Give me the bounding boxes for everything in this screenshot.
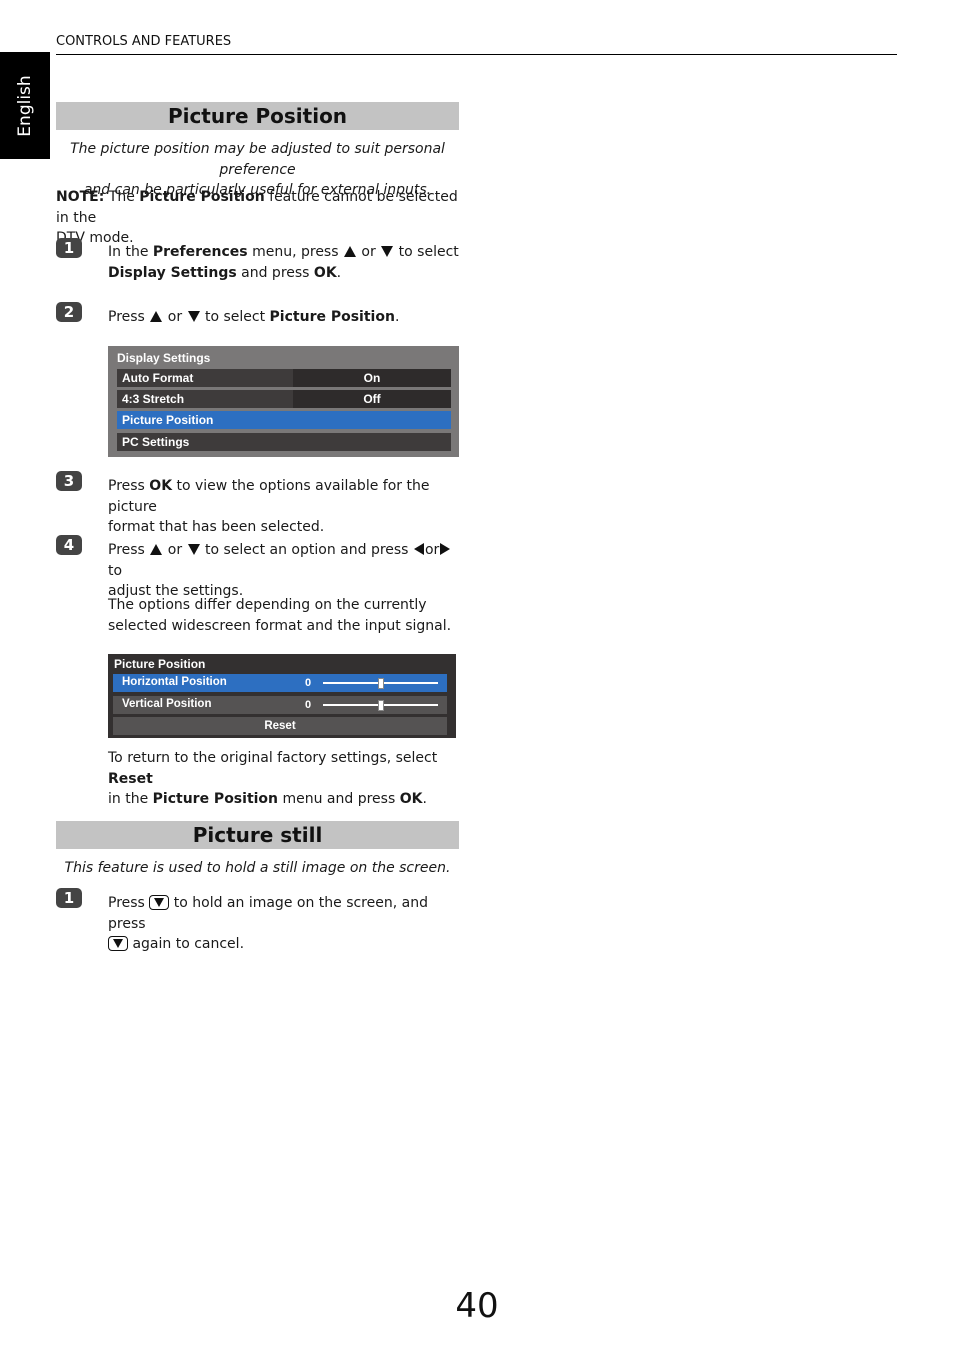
text: to — [108, 562, 123, 579]
section-title-picture-position: Picture Position — [56, 102, 459, 130]
text: To return to the original factory settin… — [108, 750, 438, 766]
step-1-text: In the Preferences menu, press or to sel… — [108, 242, 463, 283]
text: again to cancel. — [128, 936, 245, 952]
text: to select — [394, 244, 459, 260]
menu-item-label: Horizontal Position — [122, 676, 227, 688]
menu-item-horizontal-position[interactable]: Horizontal Position 0 — [113, 674, 447, 692]
slider-thumb[interactable] — [377, 700, 384, 711]
triangle-down-icon — [187, 543, 200, 555]
text: . — [394, 309, 400, 325]
menu-item-label: Vertical Position — [122, 698, 212, 710]
text: in the — [108, 791, 153, 807]
note-text: NOTE: The Picture Position feature canno… — [56, 187, 466, 249]
text: Press — [108, 895, 150, 911]
menu-item-4-3-stretch[interactable]: 4:3 Stretch Off — [117, 390, 451, 408]
text: menu and press — [278, 791, 400, 807]
step-4-extra-text: The options differ depending on the curr… — [108, 595, 463, 636]
picture-still-step-1-text: Press to hold an image on the screen, an… — [108, 893, 463, 955]
section-title-picture-still: Picture still — [56, 821, 459, 849]
step-4-text: Press or to select an option and press o… — [108, 540, 463, 602]
text: . — [336, 264, 342, 281]
triangle-up-icon — [150, 543, 163, 555]
language-tab: English — [0, 52, 50, 159]
text: The options differ depending on the curr… — [108, 597, 427, 613]
text: to select an option and press — [200, 542, 413, 558]
triangle-up-icon — [150, 310, 163, 322]
menu-item-label: PC Settings — [122, 435, 190, 449]
menu-title: Picture Position — [114, 657, 206, 671]
menu-item-label: Picture Position — [122, 413, 214, 427]
menu-item-value: Off — [293, 390, 451, 408]
menu-item-label: 4:3 Stretch — [122, 392, 185, 406]
menu-item-label: Auto Format — [122, 371, 194, 385]
step-number-badge: 3 — [56, 471, 82, 491]
reset-button[interactable]: Reset — [113, 717, 447, 735]
text: or — [163, 542, 187, 558]
triangle-right-icon — [440, 543, 451, 555]
menu-item-name: Picture Position — [269, 309, 395, 325]
key-name: OK — [149, 478, 173, 494]
header-rule — [56, 54, 897, 55]
triangle-down-icon — [154, 897, 165, 907]
intro-line: The picture position may be adjusted to … — [70, 141, 445, 178]
slider-value: 0 — [305, 699, 312, 711]
picture-position-menu: Picture Position Horizontal Position 0 V… — [108, 654, 456, 738]
note-bold-term: Picture Position — [139, 189, 265, 205]
running-head: CONTROLS AND FEATURES — [56, 34, 232, 49]
slider-thumb[interactable] — [377, 678, 384, 689]
step-number-badge: 2 — [56, 302, 82, 322]
text: or — [424, 542, 440, 558]
menu-name: Picture Position — [152, 791, 279, 807]
step-2-text: Press or to select Picture Position. — [108, 307, 463, 328]
language-tab-label: English — [15, 74, 35, 137]
step-number-badge: 1 — [56, 888, 82, 908]
reset-note-text: To return to the original factory settin… — [108, 748, 463, 810]
triangle-down-icon — [187, 310, 200, 322]
text: Press — [108, 309, 150, 325]
note-label: NOTE: — [56, 189, 105, 205]
text: and press — [236, 264, 314, 281]
menu-title: Display Settings — [117, 351, 211, 365]
menu-item-auto-format[interactable]: Auto Format On — [117, 369, 451, 387]
key-name: OK — [399, 791, 423, 807]
triangle-up-icon — [343, 245, 356, 257]
menu-name: Preferences — [152, 244, 248, 260]
triangle-left-icon — [413, 543, 424, 555]
menu-item-picture-position[interactable]: Picture Position — [117, 411, 451, 429]
menu-item-pc-settings[interactable]: PC Settings — [117, 433, 451, 451]
menu-item-value: On — [293, 369, 451, 387]
text: In the — [108, 244, 153, 260]
page-number: 40 — [455, 1286, 499, 1326]
triangle-down-icon — [381, 245, 394, 257]
slider-value: 0 — [305, 677, 312, 689]
intro-text: This feature is used to hold a still ima… — [64, 860, 451, 876]
display-settings-menu: Display Settings Auto Format On 4:3 Stre… — [108, 346, 459, 457]
note-text-part: The — [104, 189, 140, 205]
text: . — [422, 791, 427, 807]
menu-item-name: Reset — [108, 770, 153, 787]
key-name: OK — [313, 264, 337, 281]
freeze-button-icon — [108, 935, 128, 951]
text: or — [356, 244, 381, 260]
text: menu, press — [247, 244, 343, 260]
triangle-down-icon — [113, 938, 123, 948]
text: selected widescreen format and the input… — [108, 617, 452, 634]
menu-item-name: Display Settings — [108, 264, 237, 281]
text: format that has been selected. — [108, 519, 325, 535]
step-number-badge: 1 — [56, 238, 82, 258]
menu-item-vertical-position[interactable]: Vertical Position 0 — [113, 696, 447, 714]
step-number-badge: 4 — [56, 535, 82, 555]
text: Press — [108, 478, 150, 494]
text: to select — [200, 309, 270, 325]
step-3-text: Press OK to view the options available f… — [108, 476, 463, 538]
text: or — [163, 309, 187, 325]
text: Press — [108, 542, 150, 558]
freeze-button-icon — [149, 894, 170, 910]
